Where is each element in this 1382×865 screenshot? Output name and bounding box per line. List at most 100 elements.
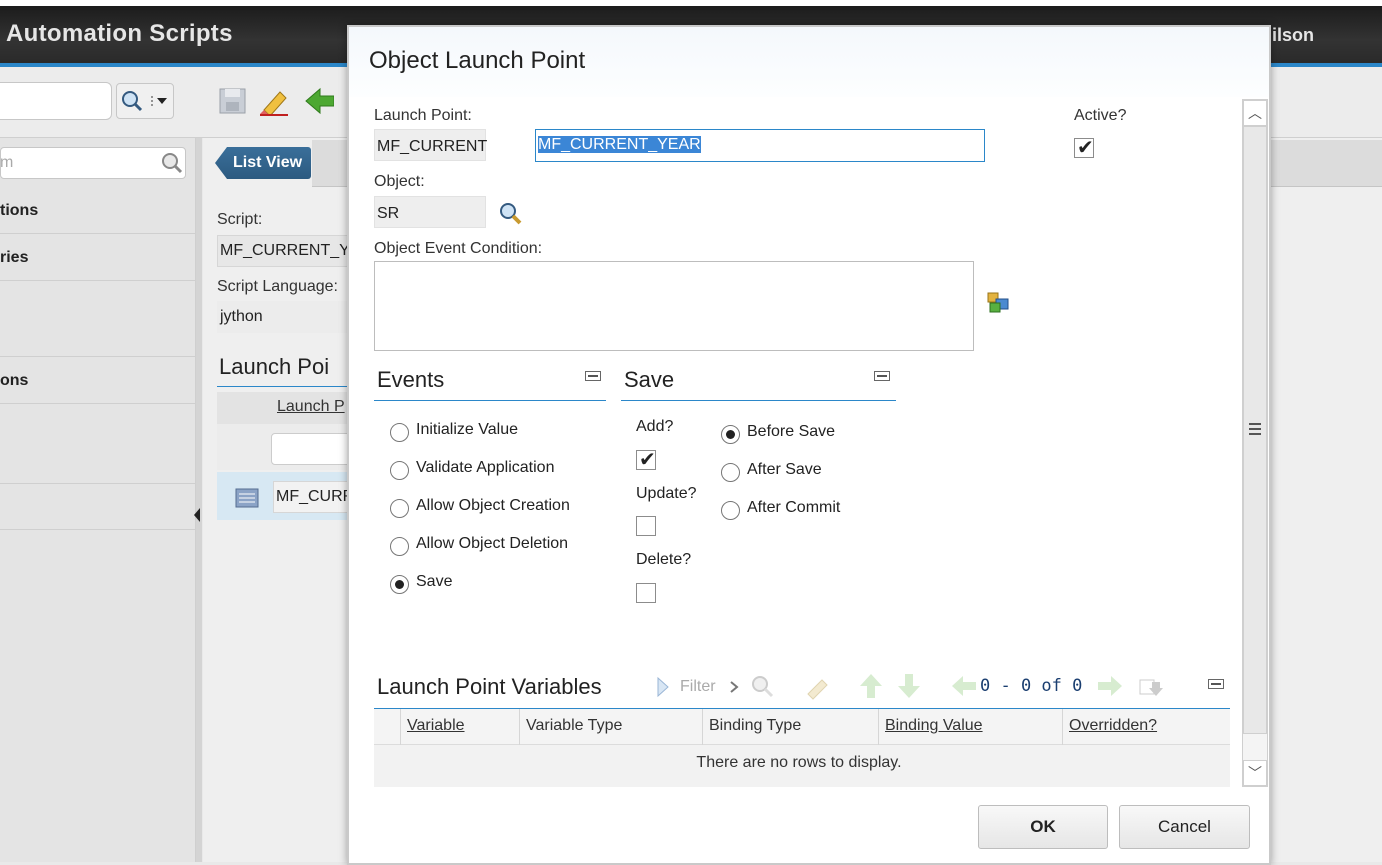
sidebar-item[interactable]: ries bbox=[0, 235, 195, 281]
cancel-button[interactable]: Cancel bbox=[1119, 805, 1250, 849]
sidebar-search-placeholder: m bbox=[0, 154, 14, 171]
save-radio-after-save[interactable] bbox=[721, 463, 740, 482]
event-radio-save[interactable] bbox=[390, 575, 409, 594]
arrow-down-icon[interactable] bbox=[896, 672, 922, 700]
event-radio-allow-object-creation[interactable] bbox=[390, 499, 409, 518]
event-option-label: Validate Application bbox=[416, 459, 555, 476]
filter-label[interactable]: Filter bbox=[680, 678, 716, 696]
active-checkbox[interactable]: ✔ bbox=[1074, 135, 1094, 159]
add-checkbox[interactable]: ✔ bbox=[636, 447, 656, 471]
sidebar-item-spacer bbox=[0, 281, 195, 357]
clear-filter-icon[interactable] bbox=[804, 674, 832, 700]
search-dropdown-icon bbox=[122, 91, 167, 112]
back-arrow-icon[interactable] bbox=[304, 86, 334, 116]
sidebar-item[interactable]: ons bbox=[0, 358, 195, 404]
column-divider bbox=[878, 709, 879, 745]
empty-table-message: There are no rows to display. bbox=[696, 754, 902, 771]
clear-changes-icon[interactable] bbox=[258, 86, 288, 116]
save-radio-after-commit[interactable] bbox=[721, 501, 740, 520]
previous-page-icon[interactable] bbox=[950, 674, 978, 698]
collapse-arrow-icon bbox=[194, 508, 200, 522]
column-divider bbox=[702, 709, 703, 745]
save-radio-before-save[interactable] bbox=[721, 425, 740, 444]
condition-textarea[interactable] bbox=[374, 261, 974, 351]
event-radio-allow-object-deletion[interactable] bbox=[390, 537, 409, 556]
check-icon: ✔ bbox=[639, 447, 656, 471]
selected-text: MF_CURRENT_YEAR bbox=[538, 136, 701, 153]
sidebar-item[interactable]: tions bbox=[0, 188, 195, 234]
variables-collapse-icon[interactable] bbox=[1208, 679, 1224, 689]
save-icon[interactable] bbox=[218, 86, 248, 116]
object-field: SR bbox=[374, 196, 486, 228]
column-header-variable[interactable]: Variable bbox=[407, 717, 465, 735]
user-name[interactable]: ilson bbox=[1272, 25, 1314, 46]
save-option-label: After Save bbox=[747, 461, 822, 478]
event-option-label: Save bbox=[416, 573, 453, 590]
active-label: Active? bbox=[1074, 107, 1127, 124]
pagination-text: 0 - 0 of 0 bbox=[980, 676, 1083, 696]
event-option-label: Initialize Value bbox=[416, 421, 518, 438]
radio-selected-dot bbox=[395, 580, 404, 589]
app-title: Automation Scripts bbox=[6, 20, 233, 47]
save-rule bbox=[621, 400, 896, 401]
ok-button[interactable]: OK bbox=[978, 805, 1108, 849]
update-checkbox[interactable] bbox=[636, 516, 656, 536]
column-divider bbox=[519, 709, 520, 745]
list-view-label: List View bbox=[233, 154, 303, 171]
event-radio-initialize-value[interactable] bbox=[390, 423, 409, 442]
column-header-variable-type: Variable Type bbox=[526, 717, 623, 734]
row-details-icon bbox=[235, 488, 259, 508]
scroll-down-button[interactable]: ﹀ bbox=[1243, 760, 1267, 786]
sidebar-search-input[interactable] bbox=[0, 147, 186, 179]
column-header-binding-value[interactable]: Binding Value bbox=[885, 717, 983, 735]
script-language-field: jython bbox=[217, 301, 349, 333]
find-button[interactable] bbox=[116, 83, 174, 119]
next-page-icon[interactable] bbox=[1096, 674, 1124, 698]
download-icon[interactable] bbox=[1138, 676, 1164, 698]
radio-selected-dot bbox=[726, 430, 735, 439]
launch-point-description-input[interactable]: MF_CURRENT_YEAR bbox=[535, 129, 985, 162]
save-collapse-icon[interactable] bbox=[874, 371, 890, 381]
event-radio-validate-application[interactable] bbox=[390, 461, 409, 480]
event-option-label: Allow Object Deletion bbox=[416, 535, 569, 552]
object-lookup-search-icon[interactable] bbox=[498, 201, 524, 227]
arrow-up-icon[interactable] bbox=[858, 672, 884, 700]
events-collapse-icon[interactable] bbox=[585, 371, 601, 381]
table-row[interactable]: MF_CURR bbox=[217, 472, 357, 520]
column-divider bbox=[1062, 709, 1063, 745]
launch-points-title: Launch Poi bbox=[219, 354, 330, 379]
chevron-right-icon[interactable] bbox=[728, 680, 740, 694]
sidebar-splitter[interactable] bbox=[194, 138, 202, 862]
scroll-up-button[interactable]: ︿ bbox=[1243, 100, 1267, 126]
delete-label: Delete? bbox=[636, 551, 692, 568]
dialog-title: Object Launch Point bbox=[369, 47, 586, 74]
chevron-down-icon: ﹀ bbox=[1248, 765, 1262, 781]
section-rule bbox=[217, 386, 357, 387]
delete-checkbox[interactable] bbox=[636, 583, 656, 603]
save-option-label: After Commit bbox=[747, 499, 841, 516]
search-icon[interactable] bbox=[160, 151, 184, 175]
script-label: Script: bbox=[217, 211, 263, 228]
chevron-up-icon: ︿ bbox=[1248, 105, 1262, 121]
script-language-label: Script Language: bbox=[217, 278, 338, 295]
column-header-overridden[interactable]: Overridden? bbox=[1069, 717, 1157, 735]
update-label: Update? bbox=[636, 485, 697, 502]
row-launch-point[interactable]: MF_CURR bbox=[273, 481, 357, 513]
save-option-label: Before Save bbox=[747, 423, 836, 440]
table-filter-row bbox=[217, 424, 359, 470]
launch-point-short-field: MF_CURRENT bbox=[374, 129, 487, 161]
table-filter-input[interactable] bbox=[271, 433, 359, 465]
object-label: Object: bbox=[374, 173, 425, 190]
table-search-icon[interactable] bbox=[750, 674, 776, 700]
condition-builder-icon[interactable] bbox=[986, 291, 1014, 315]
script-field[interactable]: MF_CURRENT_Y bbox=[217, 235, 350, 267]
scroll-thumb[interactable] bbox=[1243, 126, 1267, 734]
event-option-label: Allow Object Creation bbox=[416, 497, 570, 514]
filter-icon[interactable] bbox=[656, 676, 670, 698]
sidebar-item-spacer bbox=[0, 484, 195, 530]
launch-point-column-header[interactable]: Launch P bbox=[277, 398, 345, 416]
launch-point-label: Launch Point: bbox=[374, 107, 472, 124]
save-section-title: Save bbox=[624, 367, 675, 392]
find-input[interactable] bbox=[0, 82, 112, 120]
column-header-binding-type: Binding Type bbox=[709, 717, 802, 734]
